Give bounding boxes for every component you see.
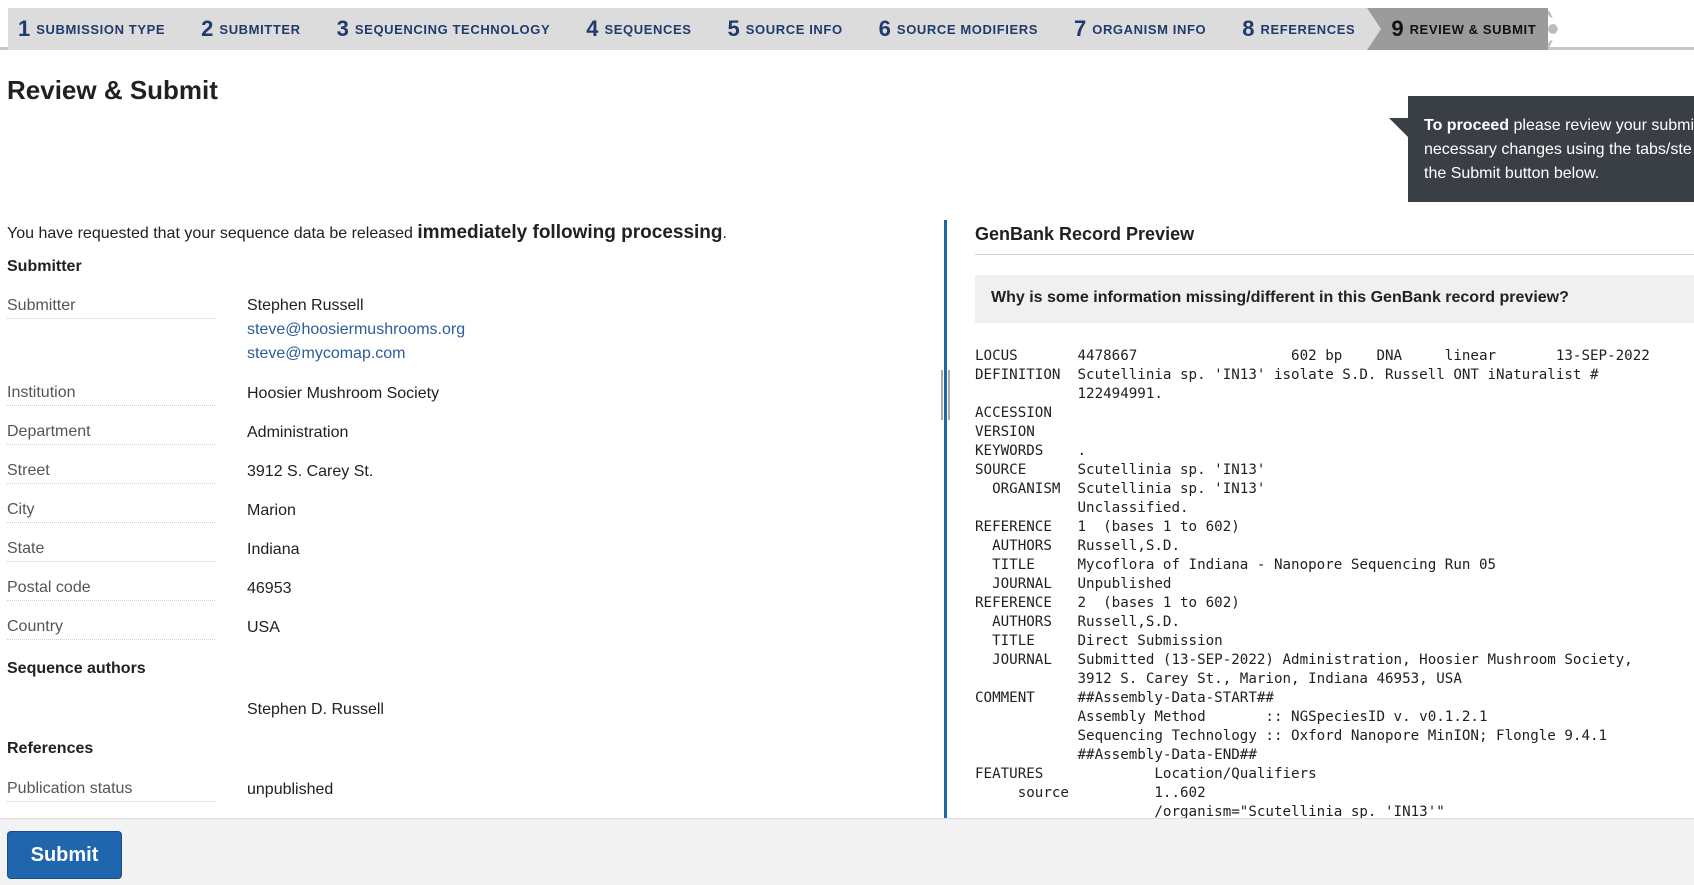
step-tab-3[interactable]: 3 Sequencing Technology bbox=[312, 8, 576, 50]
release-statement: You have requested that your sequence da… bbox=[7, 222, 727, 244]
page-title: Review & Submit bbox=[7, 75, 218, 105]
country-value: USA bbox=[247, 619, 280, 636]
record-line: FEATURES Location/Qualifiers bbox=[975, 766, 1317, 782]
step-tab-7[interactable]: 7 Organism Info bbox=[1049, 8, 1233, 50]
record-line: 122494991. bbox=[975, 386, 1163, 402]
step-label: Organism Info bbox=[1092, 21, 1207, 37]
record-line: TITLE Direct Submission bbox=[975, 633, 1223, 649]
publication-status-value: unpublished bbox=[247, 781, 334, 798]
step-number: 9 bbox=[1391, 16, 1404, 41]
references-heading: References bbox=[7, 740, 94, 757]
step-tab-2[interactable]: 2 Submitter bbox=[177, 8, 328, 50]
record-line: 3912 S. Carey St., Marion, Indiana 46953… bbox=[975, 671, 1462, 687]
step-tab-6[interactable]: 6 Source Modifiers bbox=[854, 8, 1065, 50]
step-label: Submission Type bbox=[36, 21, 166, 37]
author-value: Stephen D. Russell bbox=[247, 701, 384, 718]
record-line: ORGANISM Scutellinia sp. 'IN13' bbox=[975, 481, 1266, 497]
step-label: References bbox=[1260, 21, 1356, 37]
record-line: JOURNAL Unpublished bbox=[975, 576, 1172, 592]
step-tab-4[interactable]: 4 Sequences bbox=[562, 8, 718, 50]
country-label: Country bbox=[7, 618, 215, 640]
bottom-action-bar: Submit bbox=[0, 818, 1694, 885]
record-line: JOURNAL Submitted (13-SEP-2022) Administ… bbox=[975, 652, 1633, 668]
submit-button[interactable]: Submit bbox=[7, 831, 122, 879]
column-divider bbox=[944, 220, 947, 820]
record-line: SOURCE Scutellinia sp. 'IN13' bbox=[975, 462, 1266, 478]
record-line: REFERENCE 1 (bases 1 to 602) bbox=[975, 519, 1240, 535]
record-line: VERSION bbox=[975, 424, 1035, 440]
callout-bold: To proceed bbox=[1424, 117, 1510, 134]
step-number: 2 bbox=[201, 16, 214, 41]
submitter-name: Stephen Russell bbox=[247, 297, 364, 314]
submitter-heading: Submitter bbox=[7, 258, 82, 275]
sequence-authors-heading: Sequence authors bbox=[7, 660, 146, 677]
record-line: REFERENCE 2 (bases 1 to 602) bbox=[975, 595, 1240, 611]
record-line: Sequencing Technology :: Oxford Nanopore… bbox=[975, 728, 1608, 744]
genbank-record: LOCUS 4478667 602 bp DNA linear 13-SEP-2… bbox=[975, 347, 1694, 819]
step-number: 3 bbox=[336, 16, 349, 41]
step-label: Source Info bbox=[745, 21, 843, 37]
record-line: DEFINITION Scutellinia sp. 'IN13' isolat… bbox=[975, 367, 1599, 383]
state-value: Indiana bbox=[247, 541, 300, 558]
step-number: 6 bbox=[878, 16, 891, 41]
step-tab-1[interactable]: 1 Submission Type bbox=[8, 8, 192, 50]
record-line: AUTHORS Russell,S.D. bbox=[975, 538, 1180, 554]
email-link-2[interactable]: steve@mycomap.com bbox=[247, 342, 465, 366]
state-label: State bbox=[7, 540, 215, 562]
record-line: COMMENT ##Assembly-Data-START## bbox=[975, 690, 1274, 706]
callout-line1: please review your submis bbox=[1509, 117, 1694, 134]
scroll-fade bbox=[0, 804, 940, 818]
submitter-value: Stephen Russell steve@hoosiermushrooms.o… bbox=[247, 294, 465, 366]
record-line: Assembly Method :: NGSpeciesID v. v0.1.2… bbox=[975, 709, 1488, 725]
record-line: /organism="Scutellinia sp. 'IN13'" bbox=[975, 804, 1445, 819]
record-line: source 1..602 bbox=[975, 785, 1206, 801]
institution-label: Institution bbox=[7, 384, 215, 406]
callout-line2: necessary changes using the tabs/ste bbox=[1424, 141, 1692, 158]
step-navigation: 1 Submission Type 2 Submitter 3 Sequencing Te… bbox=[0, 8, 1694, 50]
city-value: Marion bbox=[247, 502, 296, 519]
step-tab-9[interactable]: 9 Review & Submit bbox=[1367, 8, 1559, 50]
step-tab-5[interactable]: 5 Source Info bbox=[703, 8, 869, 50]
city-label: City bbox=[7, 501, 215, 523]
street-label: Street bbox=[7, 462, 215, 484]
institution-value: Hoosier Mushroom Society bbox=[247, 385, 440, 402]
record-line: KEYWORDS . bbox=[975, 443, 1087, 459]
preview-rule bbox=[975, 254, 1694, 255]
submitter-label: Submitter bbox=[7, 297, 215, 319]
record-line: ACCESSION bbox=[975, 405, 1052, 421]
step-label: Submitter bbox=[219, 21, 301, 37]
step-tab-8[interactable]: 8 References bbox=[1218, 8, 1382, 50]
release-suffix: . bbox=[722, 225, 727, 242]
callout-line3: the Submit button below. bbox=[1424, 165, 1600, 182]
record-line: AUTHORS Russell,S.D. bbox=[975, 614, 1180, 630]
step-label: Source Modifiers bbox=[896, 21, 1038, 37]
email-link-1[interactable]: steve@hoosiermushrooms.org bbox=[247, 318, 465, 342]
record-line: Unclassified. bbox=[975, 500, 1189, 516]
postal-code-label: Postal code bbox=[7, 579, 215, 601]
release-emphasis: immediately following processing bbox=[417, 222, 723, 243]
resize-grip-icon[interactable] bbox=[941, 370, 950, 420]
street-value: 3912 S. Carey St. bbox=[247, 463, 374, 480]
step-number: 5 bbox=[727, 16, 740, 41]
step-label: Sequencing Technology bbox=[354, 21, 551, 37]
publication-status-label: Publication status bbox=[7, 780, 215, 802]
record-line: TITLE Mycoflora of Indiana - Nanopore Se… bbox=[975, 557, 1497, 573]
steps-row: 1 Submission Type 2 Submitter 3 Sequencing Te… bbox=[0, 8, 1694, 50]
record-line: ##Assembly-Data-END## bbox=[975, 747, 1257, 763]
step-number: 1 bbox=[18, 16, 31, 41]
postal-code-value: 46953 bbox=[247, 580, 292, 597]
step-number: 4 bbox=[586, 16, 599, 41]
step-label: Review & Submit bbox=[1409, 21, 1537, 37]
step-label: Sequences bbox=[604, 21, 692, 37]
faq-toggle[interactable]: Why is some information missing/differen… bbox=[975, 275, 1694, 323]
step-number: 7 bbox=[1073, 16, 1087, 41]
record-line: LOCUS 4478667 602 bp DNA linear 13-SEP-2… bbox=[975, 348, 1650, 364]
callout-arrow bbox=[1389, 118, 1408, 137]
release-prefix: You have requested that your sequence da… bbox=[7, 225, 418, 242]
department-value: Administration bbox=[247, 424, 349, 441]
step-number: 8 bbox=[1242, 16, 1255, 41]
instruction-callout: To proceed please review your submis nec… bbox=[1408, 96, 1694, 202]
department-label: Department bbox=[7, 423, 215, 445]
genbank-preview-title: GenBank Record Preview bbox=[975, 224, 1195, 244]
